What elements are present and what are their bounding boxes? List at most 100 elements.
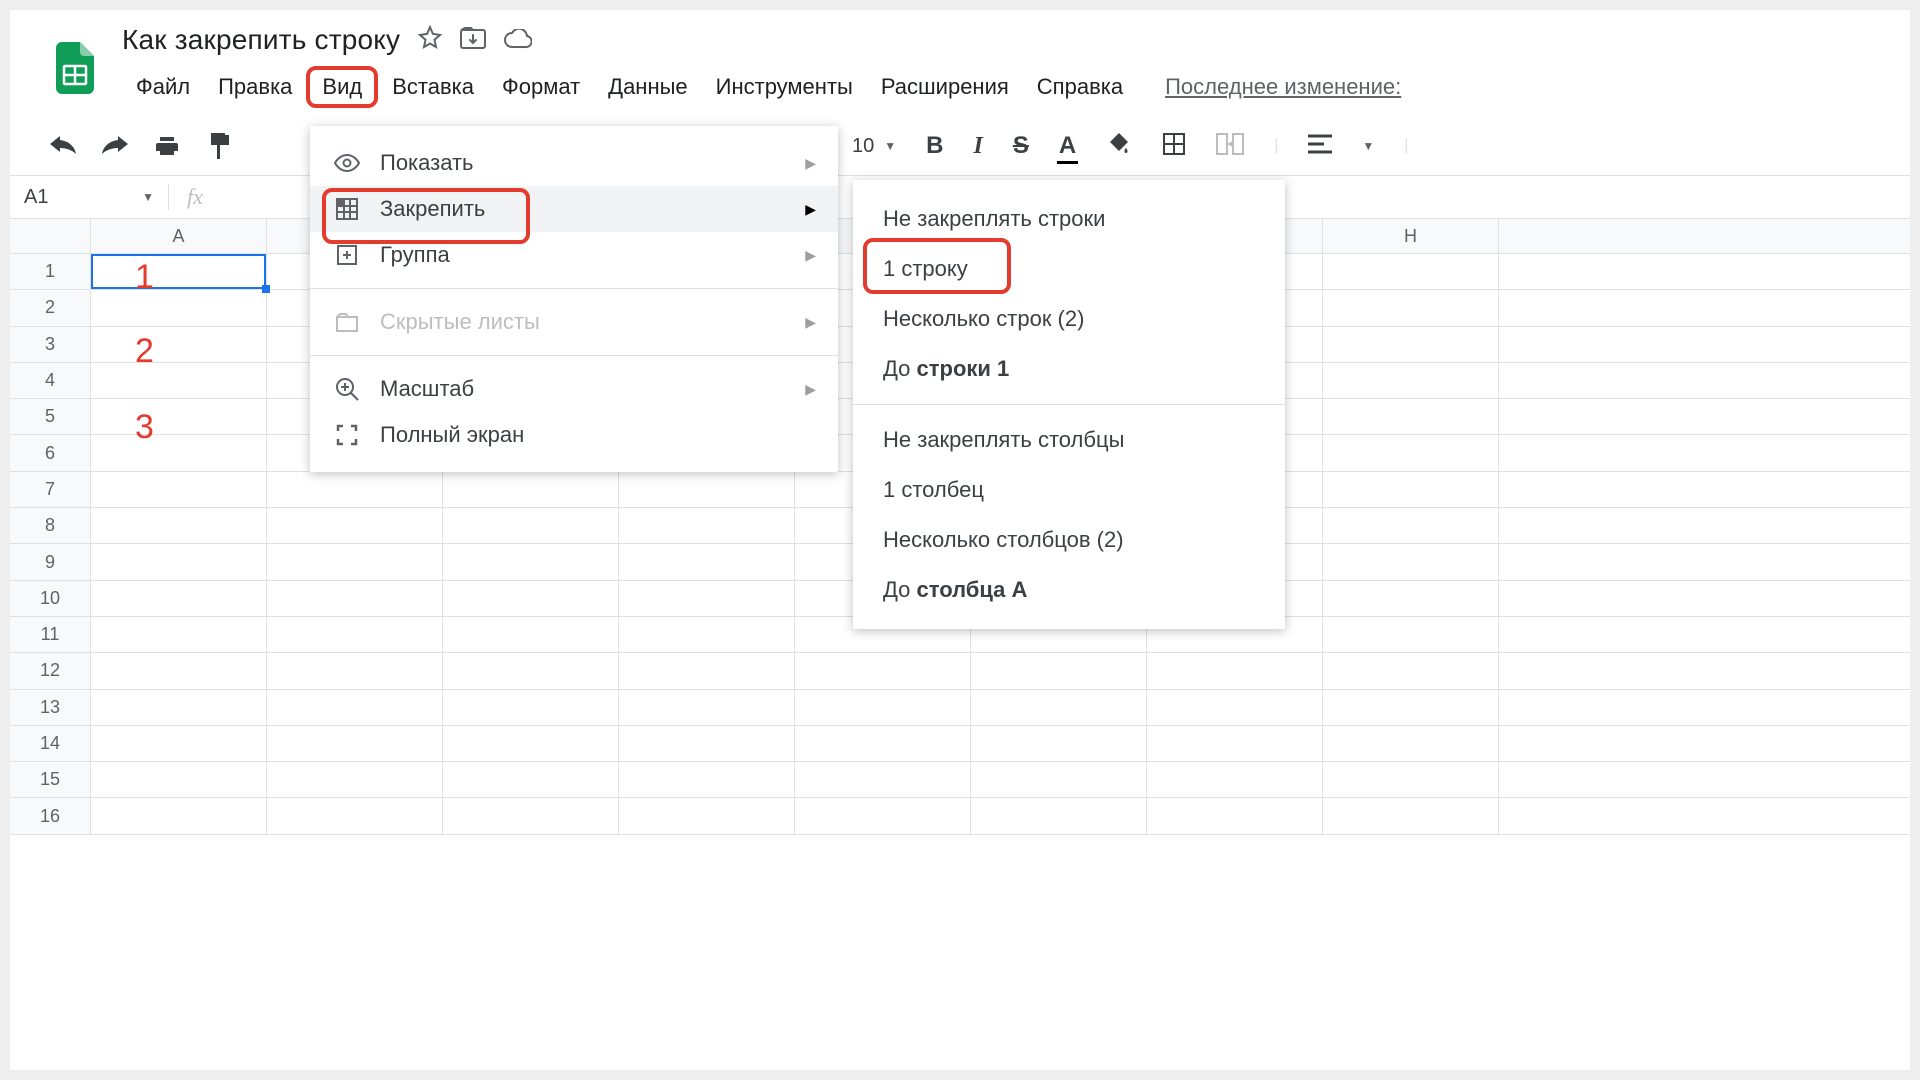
font-size-input[interactable]: 10 ▼ bbox=[852, 135, 896, 158]
cell[interactable] bbox=[443, 798, 619, 833]
cell[interactable] bbox=[267, 653, 443, 688]
cell[interactable] bbox=[1323, 581, 1499, 616]
cell[interactable] bbox=[619, 544, 795, 579]
cell[interactable] bbox=[91, 290, 267, 325]
cell[interactable] bbox=[267, 508, 443, 543]
cell[interactable] bbox=[795, 762, 971, 797]
cell[interactable] bbox=[1323, 399, 1499, 434]
undo-icon[interactable] bbox=[50, 133, 76, 159]
cell[interactable] bbox=[91, 508, 267, 543]
freeze-upto-col[interactable]: До столбца A bbox=[853, 565, 1285, 615]
cell[interactable] bbox=[1323, 472, 1499, 507]
cell[interactable] bbox=[267, 798, 443, 833]
cell[interactable] bbox=[1323, 254, 1499, 289]
strikethrough-button[interactable]: S bbox=[1013, 132, 1029, 160]
cell[interactable] bbox=[267, 726, 443, 761]
cell[interactable] bbox=[1323, 653, 1499, 688]
cell[interactable] bbox=[795, 726, 971, 761]
cell[interactable] bbox=[1147, 653, 1323, 688]
cell[interactable] bbox=[91, 472, 267, 507]
row-header[interactable]: 6 bbox=[10, 435, 90, 471]
cell[interactable] bbox=[1323, 544, 1499, 579]
cell[interactable] bbox=[795, 798, 971, 833]
text-color-button[interactable]: A bbox=[1059, 132, 1076, 160]
cell[interactable] bbox=[619, 798, 795, 833]
cell[interactable] bbox=[443, 544, 619, 579]
italic-button[interactable]: I bbox=[973, 133, 982, 160]
cell[interactable] bbox=[91, 690, 267, 725]
merge-button[interactable] bbox=[1216, 133, 1244, 160]
cell[interactable] bbox=[91, 762, 267, 797]
cell[interactable] bbox=[267, 472, 443, 507]
cell[interactable] bbox=[795, 690, 971, 725]
cell[interactable] bbox=[267, 762, 443, 797]
row-header[interactable]: 2 bbox=[10, 290, 90, 326]
cloud-icon[interactable] bbox=[504, 24, 532, 56]
row-header[interactable]: 9 bbox=[10, 544, 90, 580]
row-header[interactable]: 3 bbox=[10, 327, 90, 363]
print-icon[interactable] bbox=[154, 133, 180, 159]
cell[interactable] bbox=[91, 653, 267, 688]
menu-view[interactable]: Вид bbox=[306, 66, 378, 108]
cell[interactable] bbox=[1323, 762, 1499, 797]
selection-handle[interactable] bbox=[262, 285, 270, 293]
col-header[interactable]: H bbox=[1323, 219, 1499, 253]
cell[interactable] bbox=[267, 690, 443, 725]
cell[interactable] bbox=[619, 726, 795, 761]
menu-freeze[interactable]: Закрепить ▶ bbox=[310, 186, 838, 232]
freeze-upto-row[interactable]: До строки 1 bbox=[853, 344, 1285, 394]
cell[interactable] bbox=[267, 581, 443, 616]
row-header[interactable]: 8 bbox=[10, 508, 90, 544]
cell[interactable] bbox=[267, 544, 443, 579]
cell[interactable] bbox=[91, 726, 267, 761]
cell[interactable] bbox=[1323, 726, 1499, 761]
cell[interactable] bbox=[1323, 435, 1499, 470]
cell[interactable] bbox=[619, 762, 795, 797]
row-header[interactable]: 11 bbox=[10, 617, 90, 653]
menu-group[interactable]: Группа ▶ bbox=[310, 232, 838, 278]
row-header[interactable]: 5 bbox=[10, 399, 90, 435]
cell[interactable] bbox=[443, 581, 619, 616]
cell[interactable] bbox=[91, 363, 267, 398]
cell[interactable] bbox=[443, 690, 619, 725]
cell[interactable] bbox=[1147, 690, 1323, 725]
cell[interactable] bbox=[795, 653, 971, 688]
row-header[interactable]: 14 bbox=[10, 726, 90, 762]
fill-color-button[interactable] bbox=[1106, 131, 1132, 162]
borders-button[interactable] bbox=[1162, 132, 1186, 161]
cell[interactable] bbox=[619, 581, 795, 616]
menu-insert[interactable]: Вставка bbox=[378, 68, 488, 106]
doc-title[interactable]: Как закрепить строку bbox=[122, 24, 400, 56]
cell[interactable] bbox=[91, 544, 267, 579]
cell[interactable] bbox=[1323, 363, 1499, 398]
cell[interactable] bbox=[91, 617, 267, 652]
h-align-button[interactable] bbox=[1308, 134, 1332, 159]
cell[interactable] bbox=[619, 617, 795, 652]
cell[interactable] bbox=[443, 726, 619, 761]
menu-data[interactable]: Данные bbox=[594, 68, 701, 106]
last-edit-link[interactable]: Последнее изменение: bbox=[1165, 74, 1401, 100]
menu-zoom[interactable]: Масштаб ▶ bbox=[310, 366, 838, 412]
select-all-corner[interactable] bbox=[10, 219, 91, 253]
cell[interactable] bbox=[619, 690, 795, 725]
row-header[interactable]: 7 bbox=[10, 472, 90, 508]
menu-fullscreen[interactable]: Полный экран bbox=[310, 412, 838, 458]
cell[interactable] bbox=[91, 327, 267, 362]
cell[interactable] bbox=[443, 653, 619, 688]
cell[interactable] bbox=[971, 690, 1147, 725]
cell[interactable] bbox=[91, 399, 267, 434]
cell[interactable] bbox=[1323, 617, 1499, 652]
name-box[interactable]: A1 ▼ bbox=[10, 186, 168, 209]
cell[interactable] bbox=[619, 472, 795, 507]
cell[interactable] bbox=[1323, 290, 1499, 325]
star-icon[interactable] bbox=[418, 24, 442, 56]
cell[interactable] bbox=[971, 726, 1147, 761]
row-header[interactable]: 4 bbox=[10, 363, 90, 399]
cell[interactable] bbox=[91, 435, 267, 470]
cell[interactable] bbox=[443, 617, 619, 652]
cell[interactable] bbox=[267, 617, 443, 652]
row-header[interactable]: 13 bbox=[10, 690, 90, 726]
cell[interactable] bbox=[91, 581, 267, 616]
paint-format-icon[interactable] bbox=[206, 133, 232, 159]
cell[interactable] bbox=[971, 798, 1147, 833]
